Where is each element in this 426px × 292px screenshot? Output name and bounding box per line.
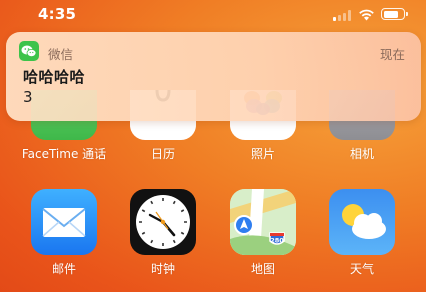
app-label: 天气: [349, 262, 374, 276]
battery-icon: [381, 8, 408, 20]
app-label: 日历: [150, 147, 175, 161]
weather-icon: [329, 189, 395, 255]
maps-icon: 280: [230, 189, 296, 255]
app-mail[interactable]: 邮件: [19, 189, 109, 277]
highway-sign-text: 280: [270, 237, 284, 245]
app-label: 相机: [349, 147, 374, 161]
notification-banner[interactable]: 微信 现在 哈哈哈哈 3: [6, 32, 421, 121]
app-label: 地图: [250, 262, 275, 276]
wifi-icon: [359, 9, 374, 21]
notification-time: 现在: [379, 47, 405, 62]
app-maps[interactable]: 280 地图: [218, 189, 308, 277]
app-label: FaceTime 通话: [21, 147, 107, 161]
notification-app-name: 微信: [48, 47, 74, 62]
app-label: 照片: [250, 147, 275, 161]
notification-title: 哈哈哈哈: [23, 68, 86, 86]
app-label: 时钟: [150, 262, 175, 276]
clock-icon: [130, 189, 196, 255]
app-weather[interactable]: 天气: [317, 189, 407, 277]
battery-fill: [383, 10, 398, 18]
notification-body: 3: [23, 88, 33, 106]
status-time: 4:35: [38, 5, 77, 23]
cellular-signal-icon: [333, 10, 353, 21]
status-bar: 4:35: [0, 0, 426, 30]
mail-icon: [31, 189, 97, 255]
wechat-icon: [19, 41, 39, 61]
app-label: 邮件: [51, 262, 76, 276]
app-clock[interactable]: 时钟: [118, 189, 208, 277]
